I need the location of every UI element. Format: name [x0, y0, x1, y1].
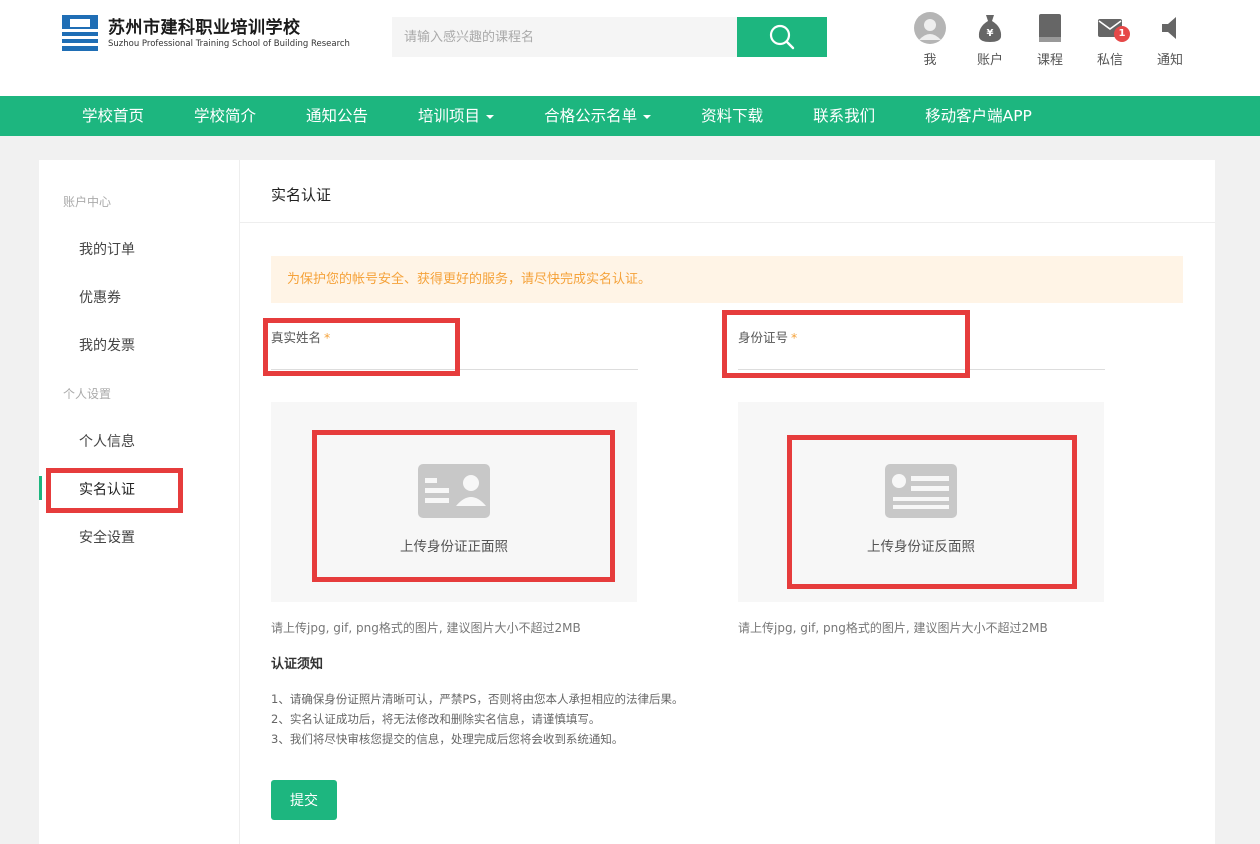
nav-messages-label: 私信 — [1096, 53, 1123, 68]
content-panel: 账户中心 我的订单 优惠券 我的发票 个人设置 个人信息 实名认证 安全设置 实… — [39, 160, 1215, 844]
main-nav: 学校首页 学校简介 通知公告 培训项目 合格公示名单 资料下载 联系我们 移动客… — [0, 96, 1260, 136]
nav-account[interactable]: ¥ 账户 — [960, 12, 1020, 68]
divider — [240, 222, 1215, 223]
real-name-label-text: 真实姓名 — [271, 330, 322, 345]
site-header: 苏州市建科职业培训学校 Suzhou Professional Training… — [0, 0, 1260, 96]
upload-id-back-label: 上传身份证反面照 — [867, 539, 975, 555]
nav-training[interactable]: 培训项目 — [393, 96, 519, 136]
nav-courses[interactable]: 课程 — [1020, 12, 1080, 68]
upload-hint-front: 请上传jpg, gif, png格式的图片, 建议图片大小不超过2MB — [271, 621, 581, 635]
search-input[interactable] — [392, 17, 737, 57]
user-nav: 我 ¥ 账户 课程 1 私信 通知 — [900, 12, 1200, 68]
id-card-front-icon — [418, 464, 490, 518]
sidebar: 账户中心 我的订单 优惠券 我的发票 个人设置 个人信息 实名认证 安全设置 — [39, 160, 240, 844]
nav-downloads-label: 资料下载 — [701, 107, 764, 125]
upload-id-back[interactable]: 上传身份证反面照 — [738, 402, 1104, 602]
nav-about[interactable]: 学校简介 — [169, 96, 281, 136]
nav-contact[interactable]: 联系我们 — [788, 96, 900, 136]
required-mark: * — [324, 330, 331, 345]
nav-qualified-list-label: 合格公示名单 — [544, 107, 638, 125]
id-number-label-text: 身份证号 — [738, 330, 789, 345]
logo-subtitle: Suzhou Professional Training School of B… — [108, 38, 350, 49]
sidebar-item-security[interactable]: 安全设置 — [79, 527, 135, 547]
main-content: 实名认证 为保护您的帐号安全、获得更好的服务，请尽快完成实名认证。 真实姓名 * … — [240, 160, 1215, 844]
security-alert: 为保护您的帐号安全、获得更好的服务，请尽快完成实名认证。 — [271, 256, 1183, 303]
school-logo[interactable]: 苏州市建科职业培训学校 Suzhou Professional Training… — [62, 15, 350, 51]
nav-downloads[interactable]: 资料下载 — [676, 96, 788, 136]
nav-mobile-app-label: 移动客户端APP — [925, 107, 1032, 125]
nav-about-label: 学校简介 — [194, 107, 257, 125]
page-title: 实名认证 — [271, 186, 332, 204]
real-name-input[interactable] — [271, 346, 638, 368]
notice-item-3: 3、我们将尽快审核您提交的信息，处理完成后您将会收到系统通知。 — [271, 732, 624, 746]
nav-home[interactable]: 学校首页 — [57, 96, 169, 136]
search-icon — [769, 24, 795, 50]
required-mark: * — [791, 330, 798, 345]
nav-mobile-app[interactable]: 移动客户端APP — [900, 96, 1057, 136]
nav-notifications-label: 通知 — [1156, 53, 1183, 68]
speaker-icon — [1162, 17, 1176, 39]
sidebar-item-coupons[interactable]: 优惠券 — [79, 287, 121, 307]
logo-mark-icon — [62, 15, 98, 51]
real-name-field[interactable]: 真实姓名 * — [271, 324, 638, 370]
id-number-label: 身份证号 * — [738, 327, 797, 346]
search-button[interactable] — [737, 17, 827, 57]
id-number-field[interactable]: 身份证号 * — [738, 324, 1105, 370]
nav-me-label: 我 — [923, 53, 937, 68]
nav-courses-label: 课程 — [1036, 53, 1063, 68]
nav-announcements-label: 通知公告 — [306, 107, 369, 125]
upload-id-front[interactable]: 上传身份证正面照 — [271, 402, 637, 602]
upload-id-front-label: 上传身份证正面照 — [400, 539, 508, 555]
active-indicator — [39, 476, 42, 500]
real-name-label: 真实姓名 * — [271, 327, 330, 346]
sidebar-item-realname[interactable]: 实名认证 — [79, 479, 135, 499]
id-number-input[interactable] — [738, 346, 1105, 368]
logo-title: 苏州市建科职业培训学校 — [108, 17, 301, 38]
notice-title: 认证须知 — [271, 657, 324, 672]
sidebar-item-orders[interactable]: 我的订单 — [79, 239, 135, 259]
money-bag-icon: ¥ — [978, 15, 1002, 42]
nav-home-label: 学校首页 — [82, 107, 145, 125]
book-icon — [1039, 14, 1061, 42]
sidebar-group-account: 账户中心 — [63, 195, 112, 209]
nav-training-label: 培训项目 — [418, 107, 481, 125]
sidebar-item-profile[interactable]: 个人信息 — [79, 431, 135, 451]
nav-notifications[interactable]: 通知 — [1140, 12, 1200, 68]
nav-contact-label: 联系我们 — [813, 107, 876, 125]
submit-button[interactable]: 提交 — [271, 780, 337, 820]
notice-item-2: 2、实名认证成功后，将无法修改和删除实名信息，请谨慎填写。 — [271, 712, 601, 726]
nav-announcements[interactable]: 通知公告 — [281, 96, 393, 136]
caret-down-icon — [486, 114, 495, 119]
caret-down-icon — [643, 114, 652, 119]
notice-item-1: 1、请确保身份证照片清晰可认，严禁PS，否则将由您本人承担相应的法律后果。 — [271, 692, 684, 706]
nav-account-label: 账户 — [976, 53, 1003, 68]
search-bar — [392, 17, 827, 57]
nav-messages[interactable]: 1 私信 — [1080, 12, 1140, 68]
nav-me[interactable]: 我 — [900, 12, 960, 68]
svg-text:¥: ¥ — [987, 28, 994, 39]
sidebar-item-invoices[interactable]: 我的发票 — [79, 335, 135, 355]
upload-hint-back: 请上传jpg, gif, png格式的图片, 建议图片大小不超过2MB — [738, 621, 1048, 635]
sidebar-group-personal: 个人设置 — [63, 387, 112, 401]
unread-badge: 1 — [1114, 26, 1130, 42]
avatar-icon — [914, 12, 946, 44]
id-card-back-icon — [885, 464, 957, 518]
nav-qualified-list[interactable]: 合格公示名单 — [519, 96, 676, 136]
